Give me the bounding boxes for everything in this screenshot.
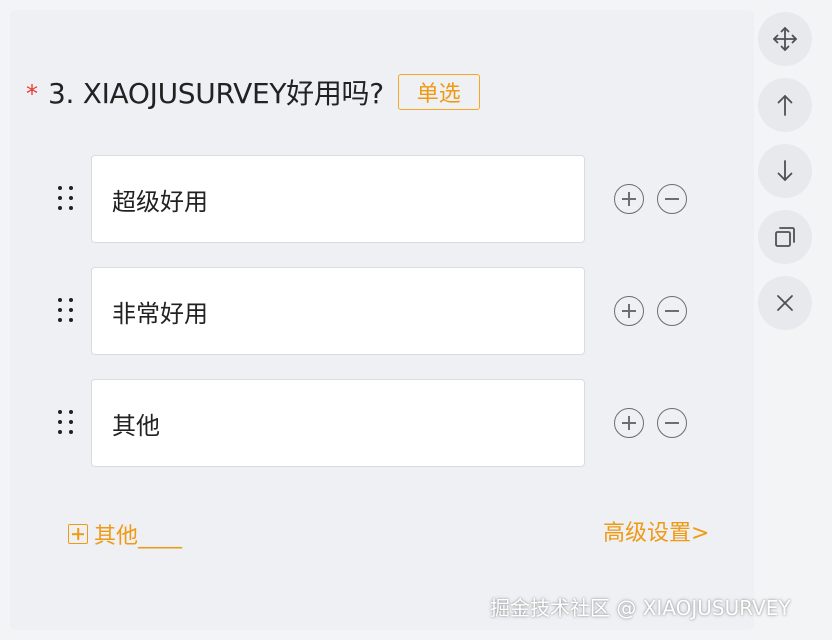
add-option-icon[interactable]: [614, 296, 644, 326]
question-type-tag[interactable]: 单选: [397, 74, 480, 110]
remove-option-icon[interactable]: [657, 408, 687, 438]
drag-handle-icon[interactable]: [56, 295, 76, 327]
add-square-icon: [68, 524, 88, 544]
option-row: 其他: [52, 379, 712, 467]
move-down-icon[interactable]: [758, 144, 812, 198]
move-icon[interactable]: [758, 12, 812, 66]
option-input[interactable]: 非常好用: [91, 267, 585, 355]
copy-icon[interactable]: [758, 210, 812, 264]
move-up-icon[interactable]: [758, 78, 812, 132]
remove-option-icon[interactable]: [657, 184, 687, 214]
question-title-row: * 3. XIAOJUSURVEY好用吗? 单选: [26, 72, 480, 112]
add-option-icon[interactable]: [614, 184, 644, 214]
drag-handle-icon[interactable]: [56, 407, 76, 439]
remove-option-icon[interactable]: [657, 296, 687, 326]
add-other-option-button[interactable]: 其他____: [68, 518, 182, 550]
add-option-icon[interactable]: [614, 408, 644, 438]
drag-handle-icon[interactable]: [56, 183, 76, 215]
option-input[interactable]: 超级好用: [91, 155, 585, 243]
question-title[interactable]: 3. XIAOJUSURVEY好用吗?: [48, 72, 384, 112]
option-row: 超级好用: [52, 155, 712, 243]
add-other-label: 其他____: [94, 524, 183, 549]
advanced-settings-link[interactable]: 高级设置>: [603, 518, 709, 550]
close-icon[interactable]: [758, 276, 812, 330]
watermark-text: 掘金技术社区 @ XIAOJUSURVEY: [490, 596, 791, 620]
required-mark: *: [26, 80, 38, 108]
option-input[interactable]: 其他: [91, 379, 585, 467]
option-row: 非常好用: [52, 267, 712, 355]
